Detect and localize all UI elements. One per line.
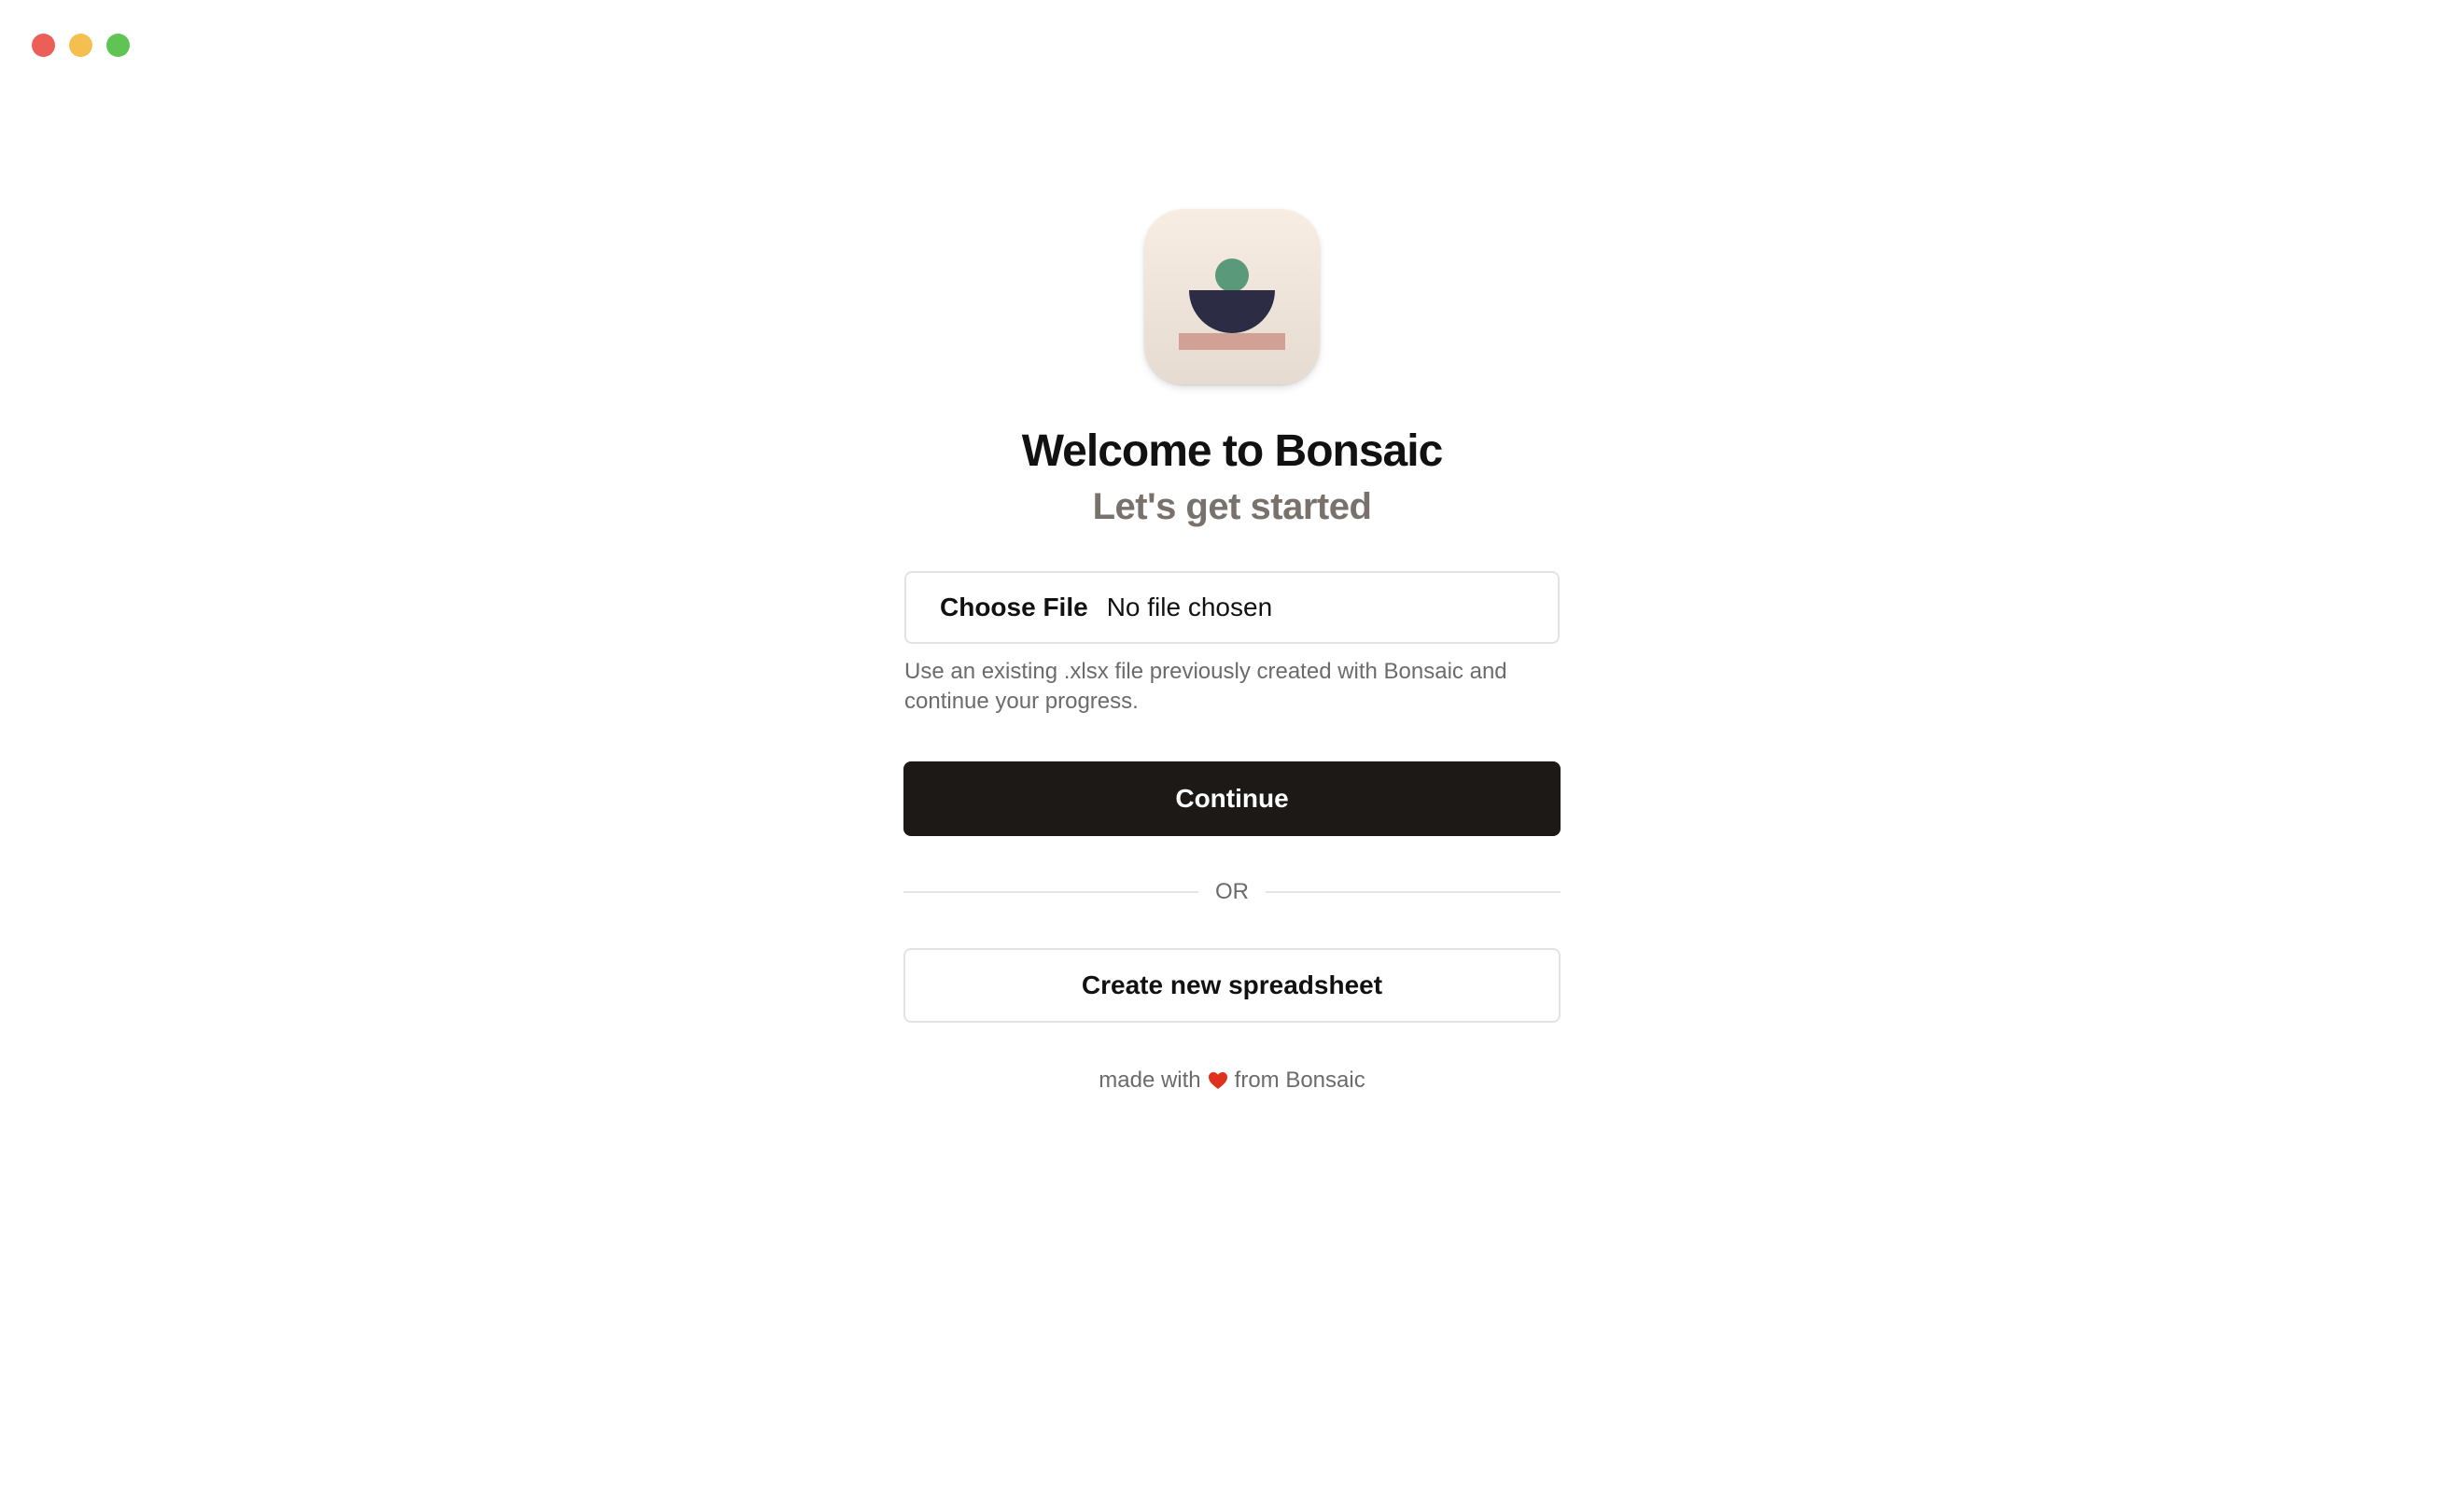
create-new-spreadsheet-button[interactable]: Create new spreadsheet <box>903 948 1561 1023</box>
continue-button[interactable]: Continue <box>903 761 1561 836</box>
file-input[interactable]: Choose File No file chosen <box>904 571 1560 644</box>
divider-line-left <box>903 891 1198 893</box>
divider-line-right <box>1266 891 1561 893</box>
or-label: OR <box>1215 879 1249 904</box>
page-subtitle: Let's get started <box>1092 486 1372 527</box>
choose-file-button[interactable]: Choose File <box>940 593 1088 622</box>
page-title: Welcome to Bonsaic <box>1021 426 1444 476</box>
logo-bowl <box>1189 290 1275 333</box>
welcome-screen: Welcome to Bonsaic Let's get started Cho… <box>0 0 2464 1493</box>
onboarding-panel: Welcome to Bonsaic Let's get started Cho… <box>903 209 1561 1094</box>
minimize-window-button[interactable] <box>69 34 92 57</box>
logo-circle <box>1215 258 1249 292</box>
heart-icon <box>1207 1069 1229 1092</box>
logo-base <box>1179 333 1285 350</box>
file-status-text: No file chosen <box>1106 593 1273 621</box>
window-controls <box>32 34 130 57</box>
footer-suffix: from Bonsaic <box>1234 1067 1365 1093</box>
file-input-hint: Use an existing .xlsx file previously cr… <box>904 659 1507 714</box>
footer-credit: made with from Bonsaic <box>1099 1067 1365 1094</box>
close-window-button[interactable] <box>32 34 55 57</box>
maximize-window-button[interactable] <box>106 34 130 57</box>
bonsaic-logo-icon <box>1144 209 1320 384</box>
bonsaic-logo-graphic <box>1179 258 1285 350</box>
footer-prefix: made with <box>1099 1067 1201 1093</box>
or-divider: OR <box>903 879 1561 905</box>
